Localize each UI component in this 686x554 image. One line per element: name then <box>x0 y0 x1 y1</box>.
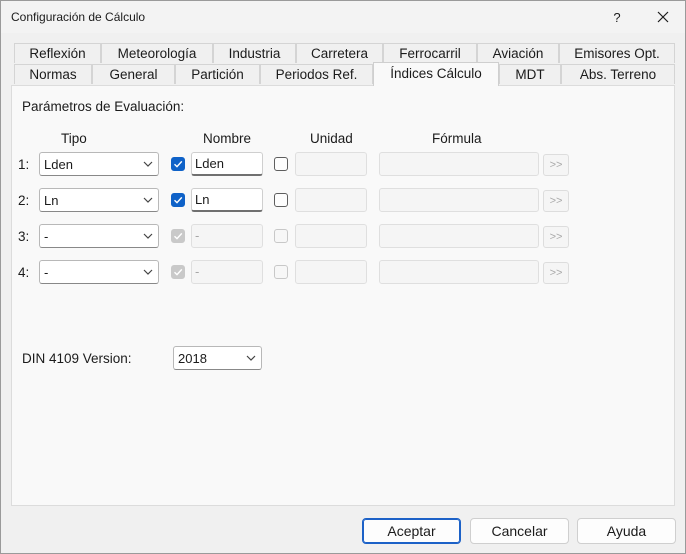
check-icon <box>174 196 183 204</box>
row-index: 4: <box>18 265 30 280</box>
tab-normas[interactable]: Normas <box>14 64 92 84</box>
din-version-select[interactable]: 2018 <box>173 346 262 370</box>
formula-button-3[interactable]: >> <box>543 226 569 248</box>
nombre-value: Lden <box>195 156 224 171</box>
formula-input-2[interactable] <box>379 188 539 212</box>
nombre-input-1[interactable]: Lden <box>191 152 263 176</box>
tab-periodos-ref[interactable]: Periodos Ref. <box>260 64 373 84</box>
column-header-nombre: Nombre <box>203 131 252 146</box>
close-icon <box>657 11 669 23</box>
chevron-down-icon <box>143 197 153 203</box>
column-header-tipo: Tipo <box>61 131 87 146</box>
row-index: 1: <box>18 157 30 172</box>
chevron-down-icon <box>246 355 256 361</box>
tab-industria[interactable]: Industria <box>213 43 296 63</box>
row-index: 2: <box>18 193 30 208</box>
tab-particion[interactable]: Partición <box>175 64 260 84</box>
column-header-unidad: Unidad <box>310 131 353 146</box>
tab-ferrocarril[interactable]: Ferrocarril <box>383 43 477 63</box>
tipo-select-4[interactable]: - <box>39 260 159 284</box>
tab-emisores-opt[interactable]: Emisores Opt. <box>559 43 675 63</box>
din-version-label: DIN 4109 Version: <box>22 351 132 366</box>
unidad-input-4[interactable] <box>295 260 367 284</box>
unidad-input-2[interactable] <box>295 188 367 212</box>
nombre-value: Ln <box>195 192 210 207</box>
nombre-checkbox-1[interactable] <box>171 157 185 171</box>
tab-carretera[interactable]: Carretera <box>296 43 383 63</box>
dialog-window: Configuración de Cálculo ? Reflexión Met… <box>0 0 686 554</box>
tipo-value: Lden <box>44 157 73 172</box>
help-title-button[interactable]: ? <box>595 1 639 33</box>
window-title: Configuración de Cálculo <box>11 10 146 24</box>
tipo-value: Ln <box>44 193 59 208</box>
formula-input-4[interactable] <box>379 260 539 284</box>
section-title: Parámetros de Evaluación: <box>22 99 185 114</box>
nombre-checkbox-2[interactable] <box>171 193 185 207</box>
formula-input-3[interactable] <box>379 224 539 248</box>
din-version-value: 2018 <box>178 351 207 366</box>
tab-general[interactable]: General <box>92 64 175 84</box>
tipo-select-2[interactable]: Ln <box>39 188 159 212</box>
check-icon <box>174 160 183 168</box>
help-icon: ? <box>613 9 621 25</box>
tab-indices-calculo[interactable]: Índices Cálculo <box>373 62 499 86</box>
formula-button-4[interactable]: >> <box>543 262 569 284</box>
unidad-input-1[interactable] <box>295 152 367 176</box>
unidad-checkbox-4[interactable] <box>274 265 288 279</box>
unidad-checkbox-3[interactable] <box>274 229 288 243</box>
nombre-input-3[interactable]: - <box>191 224 263 248</box>
unidad-input-3[interactable] <box>295 224 367 248</box>
tipo-value: - <box>44 265 49 280</box>
check-icon <box>174 232 183 240</box>
nombre-input-4[interactable]: - <box>191 260 263 284</box>
nombre-value: - <box>195 264 200 279</box>
chevron-down-icon <box>143 269 153 275</box>
help-button[interactable]: Ayuda <box>577 518 676 544</box>
tab-reflexion[interactable]: Reflexión <box>14 43 101 63</box>
accept-button[interactable]: Aceptar <box>362 518 461 544</box>
tipo-select-3[interactable]: - <box>39 224 159 248</box>
chevron-down-icon <box>143 233 153 239</box>
chevron-down-icon <box>143 161 153 167</box>
tipo-value: - <box>44 229 49 244</box>
nombre-value: - <box>195 228 200 243</box>
tipo-select-1[interactable]: Lden <box>39 152 159 176</box>
formula-button-2[interactable]: >> <box>543 190 569 212</box>
tab-panel-indices-calculo: Parámetros de Evaluación: Tipo Nombre Un… <box>11 85 675 506</box>
close-button[interactable] <box>641 1 685 33</box>
tab-aviacion[interactable]: Aviación <box>477 43 559 63</box>
row-index: 3: <box>18 229 30 244</box>
check-icon <box>174 268 183 276</box>
tab-mdt[interactable]: MDT <box>499 64 561 84</box>
nombre-checkbox-3[interactable] <box>171 229 185 243</box>
nombre-input-2[interactable]: Ln <box>191 188 263 212</box>
tab-meteorologia[interactable]: Meteorología <box>101 43 213 63</box>
column-header-formula: Fórmula <box>432 131 482 146</box>
nombre-checkbox-4[interactable] <box>171 265 185 279</box>
title-bar: Configuración de Cálculo ? <box>1 1 685 33</box>
unidad-checkbox-2[interactable] <box>274 193 288 207</box>
unidad-checkbox-1[interactable] <box>274 157 288 171</box>
formula-input-1[interactable] <box>379 152 539 176</box>
formula-button-1[interactable]: >> <box>543 154 569 176</box>
cancel-button[interactable]: Cancelar <box>470 518 569 544</box>
tab-abs-terreno[interactable]: Abs. Terreno <box>561 64 675 84</box>
